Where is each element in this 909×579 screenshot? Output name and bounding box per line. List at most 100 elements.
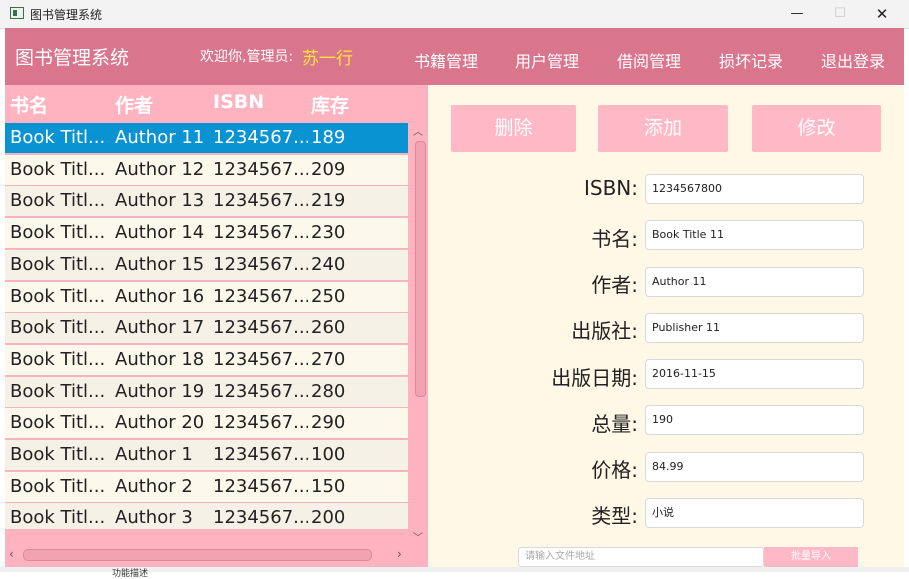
brand-title: 图书管理系统 [15,47,130,69]
cell-title: Book Titl... [10,412,106,434]
table-row[interactable]: Book Titl... Author 11 1234567... 189 [5,123,408,154]
type-field[interactable]: 小说 [645,498,864,528]
file-path-input[interactable]: 请输入文件地址 [518,547,764,567]
price-field[interactable]: 84.99 [645,452,864,482]
table-row[interactable]: Book Titl... Author 1 1234567... 100 [5,440,408,471]
table-row[interactable]: Book Titl... Author 15 1234567... 240 [5,249,408,281]
app-header: 图书管理系统 欢迎你,管理员: 苏一行 书籍管理 用户管理 借阅管理 损坏记录 … [5,28,904,85]
welcome-text: 欢迎你,管理员: [200,49,294,65]
title-field[interactable]: Book Title 11 [645,220,864,250]
cell-title: Book Titl... [10,222,106,244]
nav-borrow-management[interactable]: 借阅管理 [617,48,681,72]
cell-isbn: 1234567... [213,507,308,529]
title-label: 书名: [591,227,638,251]
cell-author: Author 1 [115,444,193,465]
table-row[interactable]: Book Titl... Author 3 1234567... 200 [5,503,408,529]
app-icon [10,7,24,19]
horizontal-scroll-thumb[interactable] [23,549,372,561]
scroll-right-icon[interactable]: › [397,547,402,561]
author-label: 作者: [591,273,638,297]
column-header-author[interactable]: 作者 [115,91,153,118]
add-button[interactable]: 添加 [598,105,728,152]
total-field[interactable]: 190 [645,405,864,435]
cell-title: Book Titl... [10,127,106,148]
publisher-field[interactable]: Publisher 11 [645,313,864,343]
cell-author: Author 15 [115,253,205,275]
column-header-title[interactable]: 书名 [10,91,48,118]
cell-author: Author 19 [115,380,205,402]
cell-author: Author 2 [115,475,193,497]
cell-isbn: 1234567... [213,380,308,402]
cell-title: Book Titl... [10,444,106,465]
cell-stock: 200 [311,507,346,529]
maximize-button[interactable]: ☐ [818,0,862,28]
table-row[interactable]: Book Titl... Author 20 1234567... 290 [5,408,408,440]
cell-title: Book Titl... [10,475,106,497]
nav-damage-records[interactable]: 损坏记录 [719,48,783,72]
table-row[interactable]: Book Titl... Author 13 1234567... 219 [5,186,408,218]
isbn-field[interactable]: 1234567800 [645,174,864,204]
scroll-down-icon[interactable]: ﹀ [408,529,428,544]
cell-title: Book Titl... [10,317,106,339]
cell-isbn: 1234567... [213,317,308,339]
cell-stock: 260 [311,317,346,339]
window-title-bar: 图书管理系统 — ☐ ✕ [0,0,909,29]
cell-isbn: 1234567... [213,348,308,370]
vertical-scrollbar[interactable]: ︿ ﹀ [408,123,428,545]
isbn-label: ISBN: [583,176,638,200]
cell-author: Author 20 [115,412,205,434]
minimize-button[interactable]: — [775,0,819,28]
nav-logout[interactable]: 退出登录 [821,48,885,72]
scroll-up-icon[interactable]: ︿ [408,123,428,138]
batch-import-button[interactable]: 批量导入 [764,547,858,567]
cell-stock: 280 [311,380,346,402]
cell-stock: 240 [311,253,346,275]
cell-stock: 290 [311,412,346,434]
edit-button[interactable]: 修改 [752,105,881,152]
cell-isbn: 1234567... [213,222,308,244]
cell-stock: 250 [311,285,346,307]
cell-isbn: 1234567... [213,190,308,212]
cell-author: Author 12 [115,158,205,180]
price-label: 价格: [591,458,638,482]
table-row[interactable]: Book Titl... Author 19 1234567... 280 [5,376,408,408]
table-row[interactable]: Book Titl... Author 2 1234567... 150 [5,471,408,503]
cell-title: Book Titl... [10,253,106,275]
column-header-isbn[interactable]: ISBN [213,91,264,113]
publish-date-field[interactable]: 2016-11-15 [645,359,864,389]
column-header-stock[interactable]: 库存 [311,91,349,118]
horizontal-scrollbar[interactable]: ‹ › [5,544,408,567]
cell-title: Book Titl... [10,190,106,212]
cell-isbn: 1234567... [213,285,308,307]
cell-author: Author 16 [115,285,205,307]
cell-isbn: 1234567... [213,127,308,148]
cell-stock: 219 [311,190,346,212]
vertical-scroll-thumb[interactable] [415,141,426,397]
window-title: 图书管理系统 [30,8,103,22]
table-row[interactable]: Book Titl... Author 14 1234567... 230 [5,218,408,250]
publish-date-label: 出版日期: [551,366,638,390]
cell-author: Author 13 [115,190,205,212]
cell-title: Book Titl... [10,158,106,180]
nav-user-management[interactable]: 用户管理 [515,48,579,72]
table-row[interactable]: Book Titl... Author 16 1234567... 250 [5,281,408,313]
scroll-left-icon[interactable]: ‹ [9,547,14,561]
nav-book-management[interactable]: 书籍管理 [414,48,478,72]
close-button[interactable]: ✕ [860,0,904,28]
cell-author: Author 17 [115,317,205,339]
cell-stock: 100 [311,444,346,465]
delete-button[interactable]: 删除 [451,105,576,152]
table-body: Book Titl... Author 11 1234567... 189 Book T… [5,123,408,529]
table-row[interactable]: Book Titl... Author 18 1234567... 270 [5,344,408,376]
cell-isbn: 1234567... [213,475,308,497]
cell-isbn: 1234567... [213,158,308,180]
table-row[interactable]: Book Titl... Author 17 1234567... 260 [5,313,408,345]
table-row[interactable]: Book Titl... Author 12 1234567... 209 [5,154,408,186]
cell-isbn: 1234567... [213,444,308,465]
username: 苏一行 [302,49,353,69]
cell-author: Author 11 [115,127,205,148]
total-label: 总量: [591,412,638,436]
author-field[interactable]: Author 11 [645,267,864,297]
cell-stock: 209 [311,158,346,180]
type-label: 类型: [591,504,638,528]
